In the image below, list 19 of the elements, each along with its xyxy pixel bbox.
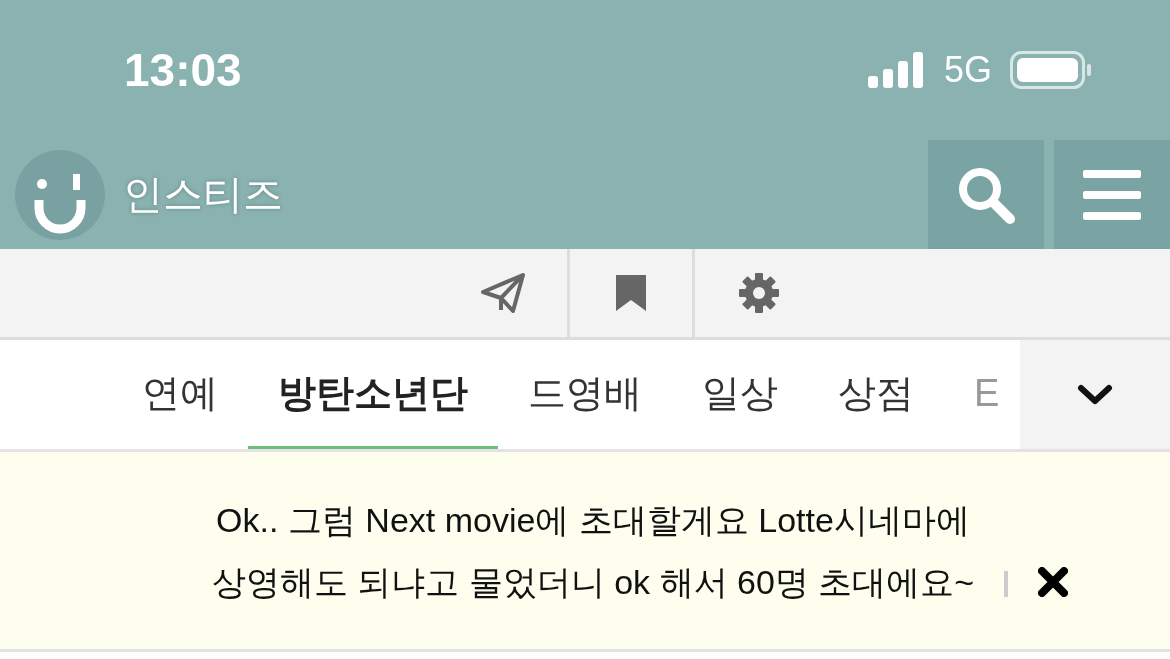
site-name: 인스티즈	[123, 171, 283, 218]
notice-text: Ok.. 그럼 Next movie에 초대할게요 Lotte시네마에 상영해도 되냐고 물었더니 ok 해서 60명 초대에요~	[211, 499, 975, 603]
chevron-down-icon	[1077, 383, 1113, 406]
close-button[interactable]	[1038, 567, 1069, 597]
category-tab[interactable]: 일상	[672, 340, 808, 449]
category-tab[interactable]: 방탄소년단	[248, 340, 498, 449]
menu-button[interactable]	[1054, 140, 1170, 249]
category-tab[interactable]: 상점	[808, 340, 944, 449]
status-time: 13:03	[124, 43, 242, 97]
category-tab[interactable]: 연예	[112, 340, 248, 449]
menu-icon	[1083, 169, 1141, 220]
battery-icon	[1010, 51, 1092, 89]
close-icon	[1038, 567, 1069, 597]
bookmark-icon[interactable]	[567, 249, 695, 337]
signal-icon	[867, 52, 926, 88]
network-label: 5G	[943, 49, 992, 91]
smiley-logo-icon	[15, 149, 105, 240]
category-tab[interactable]: 드영배	[498, 340, 672, 449]
search-button[interactable]	[928, 140, 1044, 249]
